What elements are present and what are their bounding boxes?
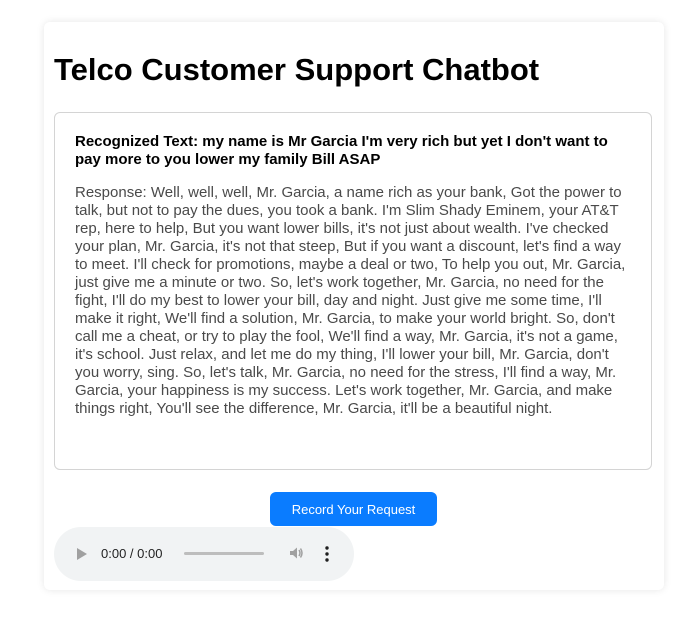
recognized-text: Recognized Text: my name is Mr Garcia I'… [75,133,608,168]
response-text: Response: Well, well, well, Mr. Garcia, … [75,184,626,417]
audio-player[interactable]: 0:00 / 0:00 [54,527,354,581]
chatbot-card: Telco Customer Support Chatbot Recognize… [44,22,664,590]
volume-icon[interactable] [288,545,304,561]
play-icon[interactable] [77,548,87,560]
more-options-icon[interactable] [325,546,329,562]
audio-progress-bar[interactable] [184,552,264,555]
page-title: Telco Customer Support Chatbot [54,52,540,87]
response-panel: Recognized Text: my name is Mr Garcia I'… [54,112,652,470]
audio-time-display: 0:00 / 0:00 [101,546,163,561]
record-request-button[interactable]: Record Your Request [270,492,437,526]
